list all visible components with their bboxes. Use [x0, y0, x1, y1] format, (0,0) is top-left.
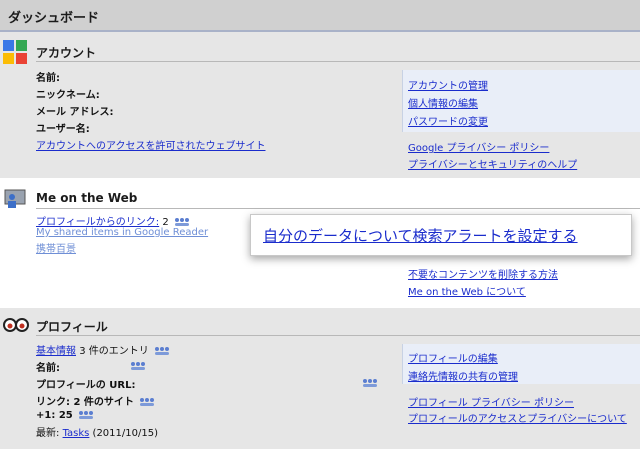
profile-url-label: プロフィールの URL: — [36, 380, 136, 391]
profile-title: プロフィール — [36, 320, 108, 334]
recent-prefix: 最新: — [36, 428, 60, 439]
recent-activity-row: 最新: Tasks (2011/10/15) — [36, 424, 158, 439]
profile-privacy-policy-link[interactable]: プロフィール プライバシー ポリシー — [408, 394, 574, 409]
profile-name-label: 名前: — [36, 363, 60, 374]
account-title: アカウント — [36, 46, 97, 60]
google-privacy-policy-link[interactable]: Google プライバシー ポリシー — [408, 139, 549, 154]
shared-items-reader-link[interactable]: My shared items in Google Reader — [36, 227, 208, 238]
recent-tasks-link[interactable]: Tasks — [63, 428, 90, 439]
basic-info-link[interactable]: 基本情報 — [36, 346, 76, 357]
google-account-icon — [3, 40, 27, 64]
basic-info-entries: 3 件のエントリ — [79, 346, 149, 357]
recent-date: (2011/10/15) — [92, 428, 158, 439]
mobile-memo-link[interactable]: 携帯百景 — [36, 240, 76, 255]
people-icon — [79, 411, 94, 419]
plus-one-label: +1: 25 — [36, 410, 94, 421]
people-icon — [154, 347, 169, 355]
people-icon — [131, 362, 145, 370]
search-alert-callout: 自分のデータについて検索アラートを設定する — [250, 214, 632, 256]
account-email-label: メール アドレス: — [36, 107, 114, 118]
search-alert-link[interactable]: 自分のデータについて検索アラートを設定する — [263, 225, 578, 246]
account-nickname-label: ニックネーム: — [36, 90, 100, 101]
dashboard-header: ダッシュボード — [0, 0, 640, 32]
page-title: ダッシュボード — [8, 11, 100, 26]
account-name-label: 名前: — [36, 73, 60, 84]
change-password-link[interactable]: パスワードの変更 — [408, 113, 488, 128]
divider — [36, 335, 640, 336]
profile-links-row: プロフィールからのリンク: 2 — [36, 213, 189, 228]
profile-links-text: リンク: 2 件のサイト — [36, 397, 134, 408]
people-icon — [174, 218, 189, 226]
me-on-the-web-icon — [4, 189, 26, 208]
profile-icon — [3, 318, 29, 332]
edit-profile-link[interactable]: プロフィールの編集 — [408, 350, 498, 365]
people-icon — [363, 379, 377, 387]
me-on-the-web-title: Me on the Web — [36, 191, 138, 205]
account-username-label: ユーザー名: — [36, 124, 90, 135]
edit-personal-info-link[interactable]: 個人情報の編集 — [408, 95, 478, 110]
basic-info-row: 基本情報 3 件のエントリ — [36, 342, 169, 357]
plus-one-text: +1: 25 — [36, 410, 73, 421]
remove-content-link[interactable]: 不要なコンテンツを削除する方法 — [408, 266, 558, 281]
profile-links-label: リンク: 2 件のサイト — [36, 393, 155, 408]
manage-account-link[interactable]: アカウントの管理 — [408, 77, 488, 92]
manage-contact-sharing-link[interactable]: 連絡先情報の共有の管理 — [408, 368, 518, 383]
about-me-on-the-web-link[interactable]: Me on the Web について — [408, 283, 526, 298]
authorized-sites-link[interactable]: アカウントへのアクセスを許可されたウェブサイト — [36, 137, 266, 152]
divider — [36, 61, 640, 62]
people-icon — [140, 398, 155, 406]
divider — [36, 208, 640, 209]
profile-access-privacy-link[interactable]: プロフィールのアクセスとプライバシーについて — [408, 410, 628, 425]
privacy-security-help-link[interactable]: プライバシーとセキュリティのヘルプ — [408, 156, 577, 171]
